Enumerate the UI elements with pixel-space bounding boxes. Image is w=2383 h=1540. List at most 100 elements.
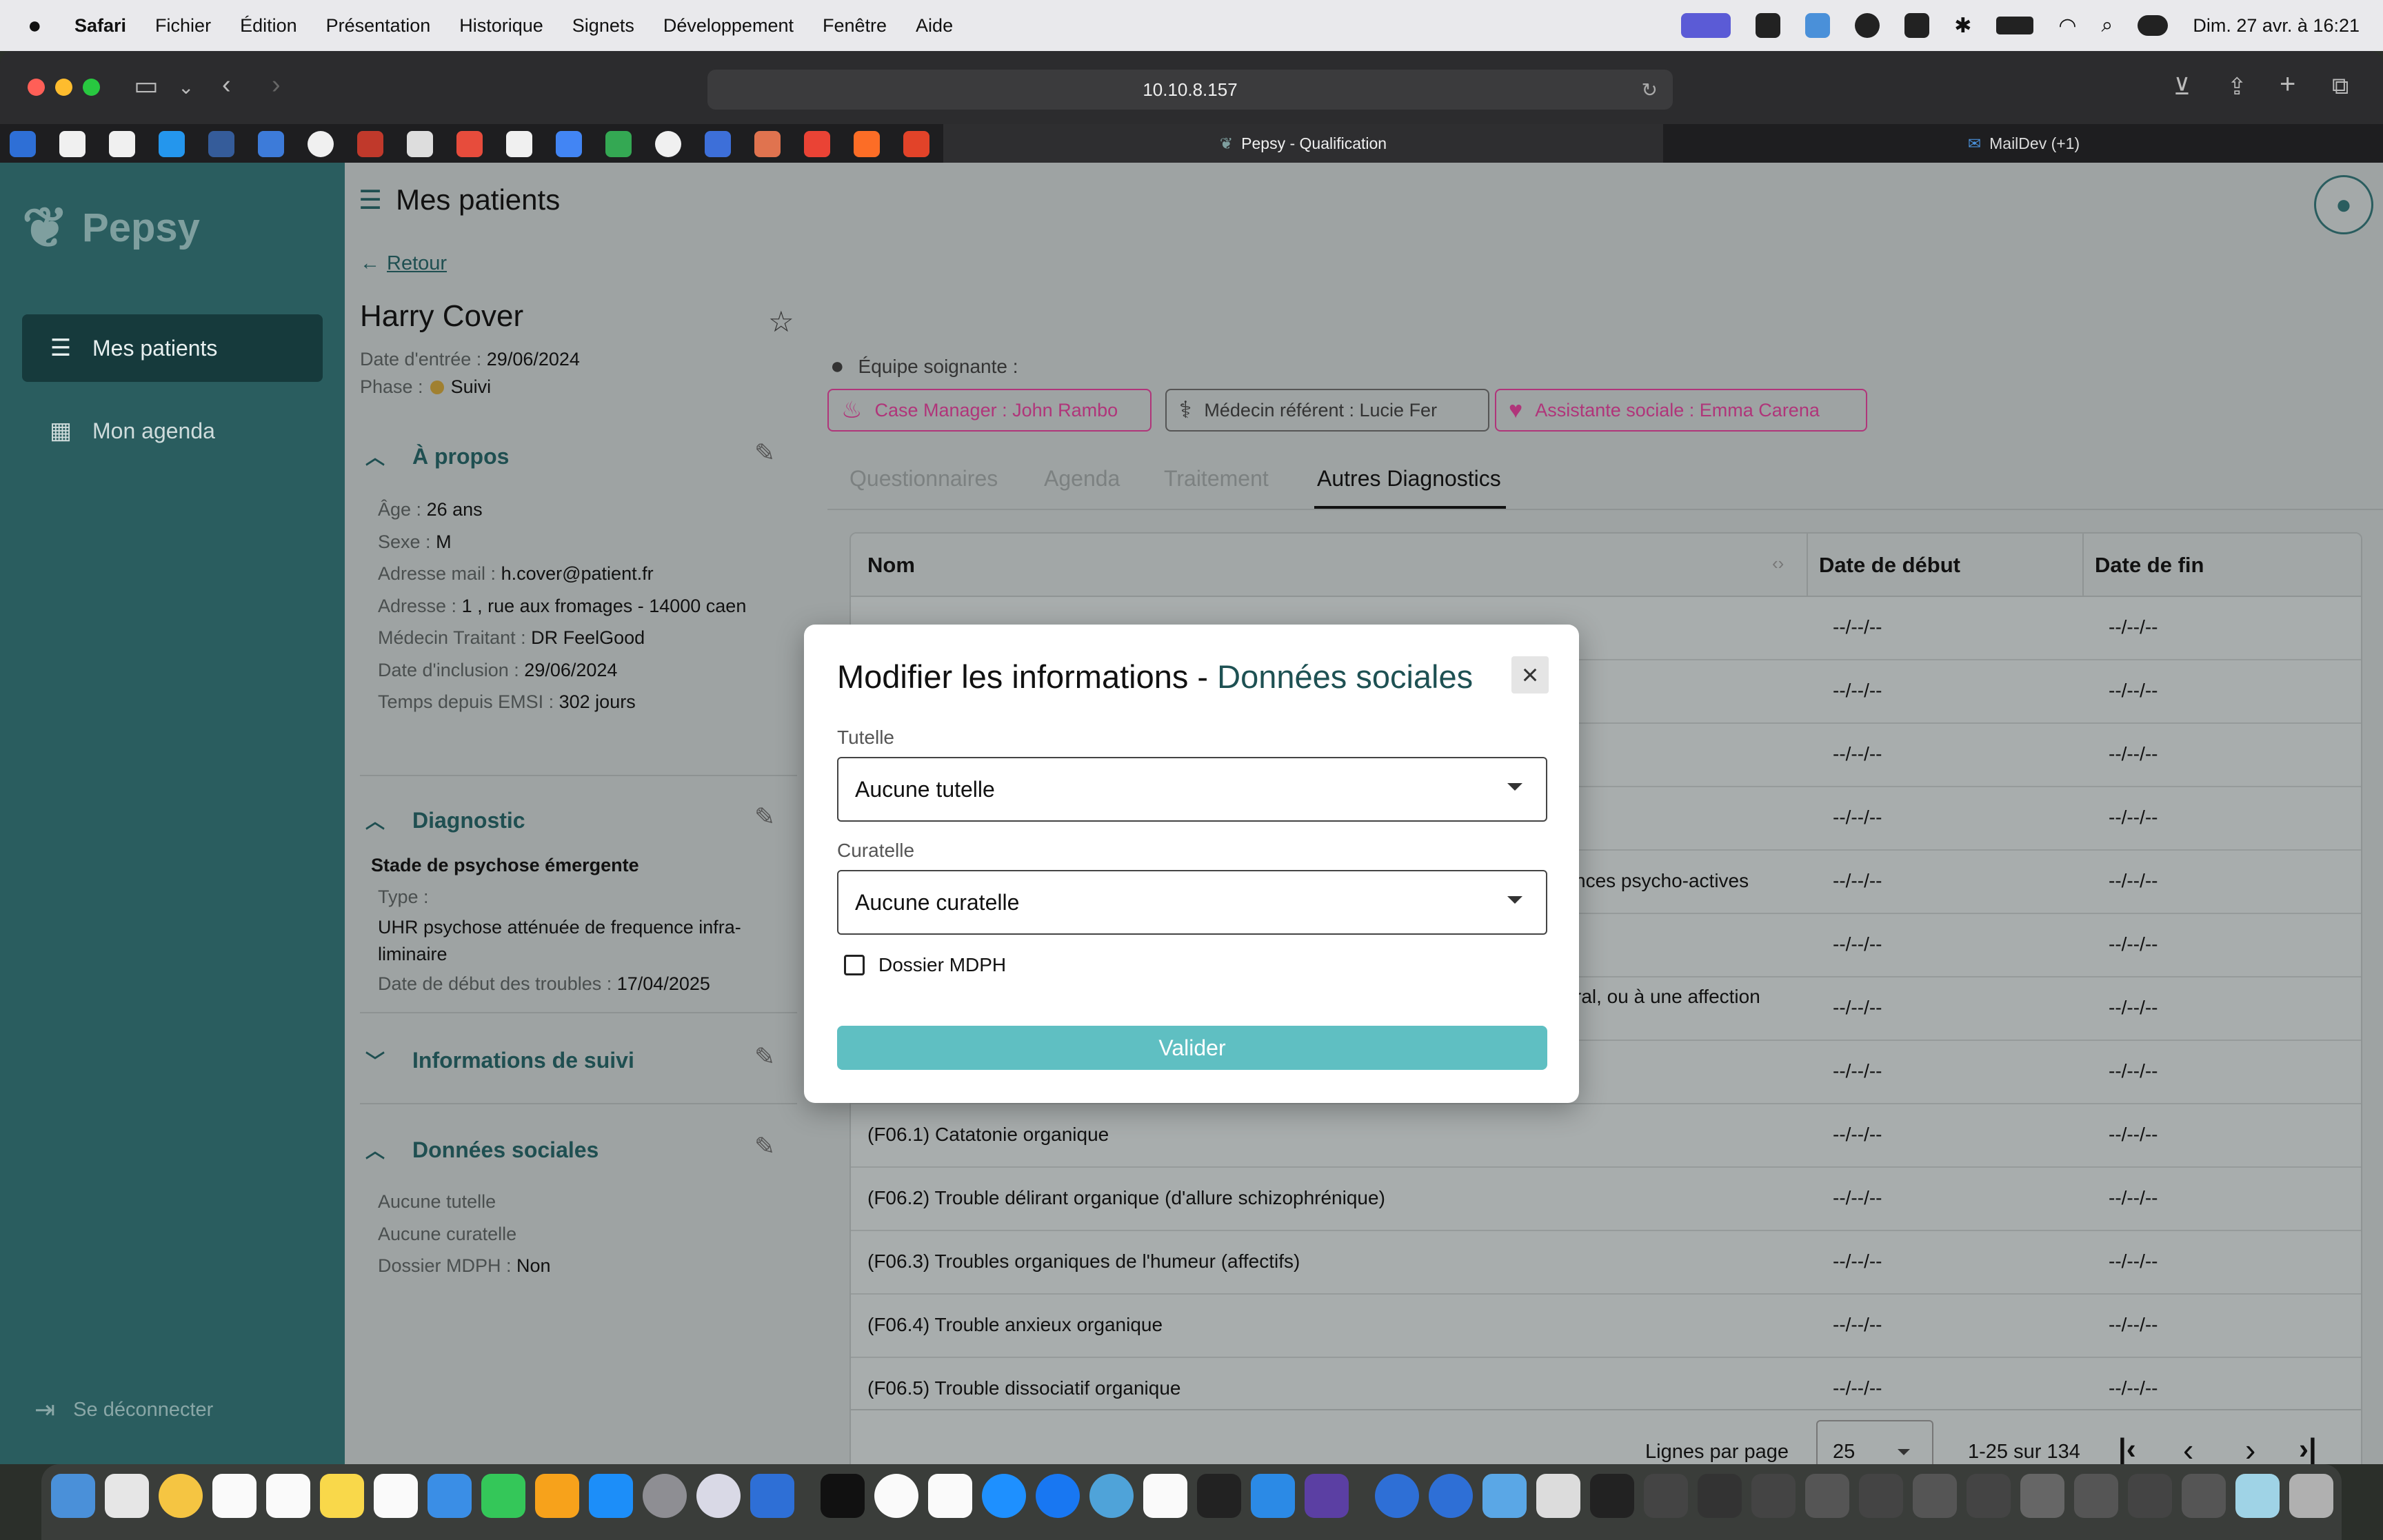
table-row[interactable]: (F06.4) Trouble anxieux organique --/--/-…: [851, 1295, 2361, 1358]
back-arrow-icon[interactable]: ‹: [222, 70, 231, 100]
menu-app-name[interactable]: Safari: [74, 15, 126, 37]
table-row[interactable]: (F06.1) Catatonie organique --/--/-- --/--…: [851, 1104, 2361, 1168]
sidebar-item-mes-patients[interactable]: ☰ Mes patients: [22, 314, 323, 382]
section-diagnostic-header[interactable]: ︿ Diagnostic: [365, 807, 525, 834]
next-page-icon[interactable]: ›: [2245, 1431, 2255, 1464]
menu-fichier[interactable]: Fichier: [155, 15, 211, 37]
favorite-site-icon[interactable]: [308, 131, 334, 157]
favorite-gitlab-icon[interactable]: [854, 131, 880, 157]
photos-icon[interactable]: [159, 1474, 203, 1518]
control-center-icon[interactable]: [2138, 15, 2169, 36]
favorite-site-icon[interactable]: [407, 131, 433, 157]
window-thumbnail-icon[interactable]: [1536, 1474, 1580, 1518]
vscode-icon[interactable]: [1251, 1474, 1295, 1518]
section-a-propos-header[interactable]: ︿ À propos: [365, 443, 509, 470]
reload-icon[interactable]: ↻: [1642, 79, 1658, 101]
menu-developpement[interactable]: Développement: [663, 15, 794, 37]
maps-pin-icon[interactable]: [1036, 1474, 1080, 1518]
window-thumbnail-icon[interactable]: [1644, 1474, 1688, 1518]
battery-icon[interactable]: [1996, 17, 2034, 34]
column-header-nom[interactable]: Nom: [867, 553, 915, 578]
zoom-window-icon[interactable]: [83, 79, 100, 96]
edit-diagnostic-pencil-icon[interactable]: ✎: [754, 802, 775, 831]
table-row[interactable]: (F06.3) Troubles organiques de l'humeur …: [851, 1231, 2361, 1295]
menu-aide[interactable]: Aide: [916, 15, 953, 37]
share-icon[interactable]: ⇪: [2227, 73, 2247, 101]
close-icon[interactable]: ×: [1511, 656, 1549, 693]
window-thumbnail-icon[interactable]: [1913, 1474, 1957, 1518]
tutelle-select[interactable]: Aucune tutelle: [837, 757, 1547, 822]
folder-icon[interactable]: [1482, 1474, 1527, 1518]
user-avatar-button[interactable]: ●: [2314, 175, 2373, 234]
spotlight-search-icon[interactable]: ⌕: [2102, 14, 2113, 37]
edit-social-pencil-icon[interactable]: ✎: [754, 1132, 775, 1161]
chip-case-manager[interactable]: ♨ Case Manager : John Rambo: [827, 389, 1152, 432]
tab-autres-diagnostics[interactable]: Autres Diagnostics: [1317, 466, 1501, 492]
favorite-bitwarden-icon[interactable]: [258, 131, 284, 157]
menu-presentation[interactable]: Présentation: [326, 15, 431, 37]
favorite-jira-icon[interactable]: [10, 131, 36, 157]
curatelle-select[interactable]: Aucune curatelle: [837, 870, 1547, 935]
chip-medecin-referent[interactable]: ⚕ Médecin référent : Lucie Fer: [1165, 389, 1489, 432]
drive-icon[interactable]: [1904, 13, 1930, 38]
favorite-site-icon[interactable]: [903, 131, 929, 157]
wifi-icon[interactable]: ◠: [2058, 14, 2076, 38]
menu-signets[interactable]: Signets: [572, 15, 634, 37]
terminal-icon[interactable]: [821, 1474, 865, 1518]
app-logo[interactable]: ❦ Pepsy: [22, 196, 200, 260]
notes-icon[interactable]: [320, 1474, 364, 1518]
tab-agenda[interactable]: Agenda: [1044, 466, 1120, 492]
tab-questionnaires[interactable]: Questionnaires: [849, 466, 998, 492]
minimize-window-icon[interactable]: [55, 79, 72, 96]
window-thumbnail-icon[interactable]: [1590, 1474, 1634, 1518]
table-row[interactable]: (F06.2) Trouble délirant organique (d'al…: [851, 1168, 2361, 1231]
rows-per-page-select[interactable]: 25: [1816, 1420, 1933, 1464]
window-thumbnail-icon[interactable]: [2128, 1474, 2172, 1518]
favorite-github-icon[interactable]: [109, 131, 135, 157]
finder-icon[interactable]: [51, 1474, 95, 1518]
calendar-app-icon[interactable]: [212, 1474, 257, 1518]
freeform-icon[interactable]: [374, 1474, 418, 1518]
favorite-claude-icon[interactable]: [754, 131, 781, 157]
resize-column-icon[interactable]: ‹›: [1772, 553, 1784, 574]
sidebar-item-mon-agenda[interactable]: ▦ Mon agenda: [22, 397, 323, 465]
url-bar[interactable]: 10.10.8.157 ↻: [707, 70, 1673, 110]
favorite-gemini-icon[interactable]: [705, 131, 731, 157]
tab-maildev[interactable]: ✉ MailDev (+1): [1665, 124, 2383, 163]
markdown-app-icon[interactable]: [1089, 1474, 1134, 1518]
menubar-clock[interactable]: Dim. 27 avr. à 16:21: [2193, 15, 2360, 37]
window-thumbnail-icon[interactable]: [1859, 1474, 1903, 1518]
favorite-github-icon[interactable]: [59, 131, 86, 157]
logout-link[interactable]: ⇥ Se déconnecter: [34, 1395, 213, 1424]
numbers-icon[interactable]: [481, 1474, 525, 1518]
pycharm-icon[interactable]: [1197, 1474, 1241, 1518]
favorite-apple-icon[interactable]: [506, 131, 532, 157]
column-header-date-fin[interactable]: Date de fin: [2095, 553, 2204, 578]
window-thumbnail-icon[interactable]: [2020, 1474, 2064, 1518]
pages-icon[interactable]: [535, 1474, 579, 1518]
favorite-site-icon[interactable]: [456, 131, 483, 157]
screen-share-icon[interactable]: [1681, 13, 1731, 38]
favorite-calendar-icon[interactable]: [556, 131, 582, 157]
typora-icon[interactable]: [1805, 13, 1831, 38]
apple-menu-icon[interactable]: ●: [28, 12, 55, 39]
bluetooth-icon[interactable]: ✱: [1954, 14, 1971, 38]
chrome-icon[interactable]: [874, 1474, 918, 1518]
vpn-icon[interactable]: [1855, 13, 1880, 38]
safari-icon[interactable]: [982, 1474, 1026, 1518]
window-thumbnail-icon[interactable]: [1751, 1474, 1796, 1518]
system-settings-icon[interactable]: [643, 1474, 687, 1518]
launchpad-icon[interactable]: [105, 1474, 149, 1518]
font-app-icon[interactable]: [928, 1474, 972, 1518]
section-suivi-header[interactable]: ﹀ Informations de suivi: [365, 1046, 634, 1074]
reminders-icon[interactable]: [266, 1474, 310, 1518]
window-thumbnail-icon[interactable]: [2074, 1474, 2118, 1518]
close-window-icon[interactable]: [28, 79, 45, 96]
keynote-icon[interactable]: [428, 1474, 472, 1518]
validate-button[interactable]: Valider: [837, 1026, 1547, 1070]
postgres-icon[interactable]: [1143, 1474, 1187, 1518]
favorite-star-icon[interactable]: ☆: [768, 305, 794, 338]
trash-icon[interactable]: [2289, 1474, 2333, 1518]
menu-fenetre[interactable]: Fenêtre: [823, 15, 887, 37]
tab-overview-icon[interactable]: ⧉: [2332, 73, 2349, 100]
